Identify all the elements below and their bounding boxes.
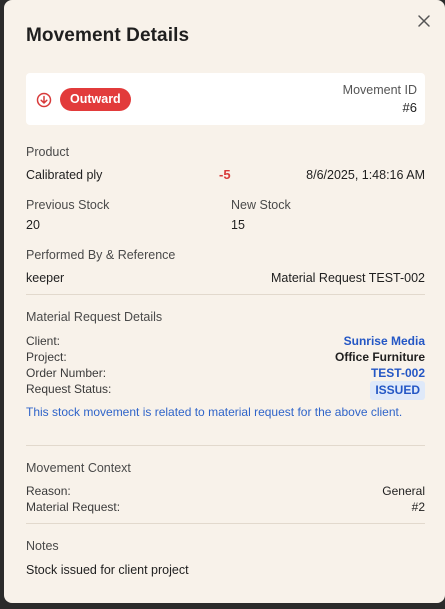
close-icon [418, 15, 430, 27]
divider [26, 294, 425, 295]
previous-stock-value: 20 [26, 218, 40, 232]
divider [26, 523, 425, 524]
movement-context-section-title: Movement Context [26, 461, 131, 475]
reason-value: General [382, 484, 425, 498]
performed-by-label: Performed By & Reference [26, 248, 176, 262]
movement-id-label: Movement ID [342, 83, 417, 97]
close-button[interactable] [415, 12, 433, 30]
product-name: Calibrated ply [26, 168, 103, 182]
material-request-note: This stock movement is related to materi… [26, 405, 403, 419]
notes-text: Stock issued for client project [26, 563, 189, 577]
request-status-badge: ISSUED [370, 381, 425, 400]
reference-value: Material Request TEST-002 [270, 271, 425, 285]
modal-title: Movement Details [26, 25, 190, 46]
movement-id-value: #6 [402, 100, 417, 115]
product-label: Product [26, 145, 70, 159]
project-label: Project: [26, 350, 67, 364]
project-value: Office Furniture [334, 350, 425, 364]
divider [26, 445, 425, 446]
performed-by-user: keeper [26, 271, 65, 285]
reason-label: Reason: [26, 484, 71, 498]
client-label: Client: [26, 334, 61, 348]
order-number-link[interactable]: TEST-002 [371, 366, 425, 380]
notes-section-title: Notes [26, 539, 59, 553]
quantity-change: -5 [219, 167, 231, 182]
new-stock-label: New Stock [231, 198, 291, 212]
movement-summary-card: Outward Movement ID #6 [26, 73, 425, 125]
material-request-section-title: Material Request Details [26, 310, 163, 324]
order-number-label: Order Number: [26, 366, 107, 380]
previous-stock-label: Previous Stock [26, 198, 110, 212]
direction-badge: Outward [60, 88, 131, 111]
request-status-label: Request Status: [26, 382, 112, 396]
movement-timestamp: 8/6/2025, 1:48:16 AM [306, 168, 425, 182]
material-request-value: #2 [411, 500, 425, 514]
movement-details-modal: Movement Details Outward Movement ID #6 … [4, 0, 445, 603]
client-link[interactable]: Sunrise Media [344, 334, 425, 348]
material-request-label: Material Request: [26, 500, 121, 514]
new-stock-value: 15 [231, 218, 245, 232]
arrow-down-circle-icon [36, 92, 52, 108]
